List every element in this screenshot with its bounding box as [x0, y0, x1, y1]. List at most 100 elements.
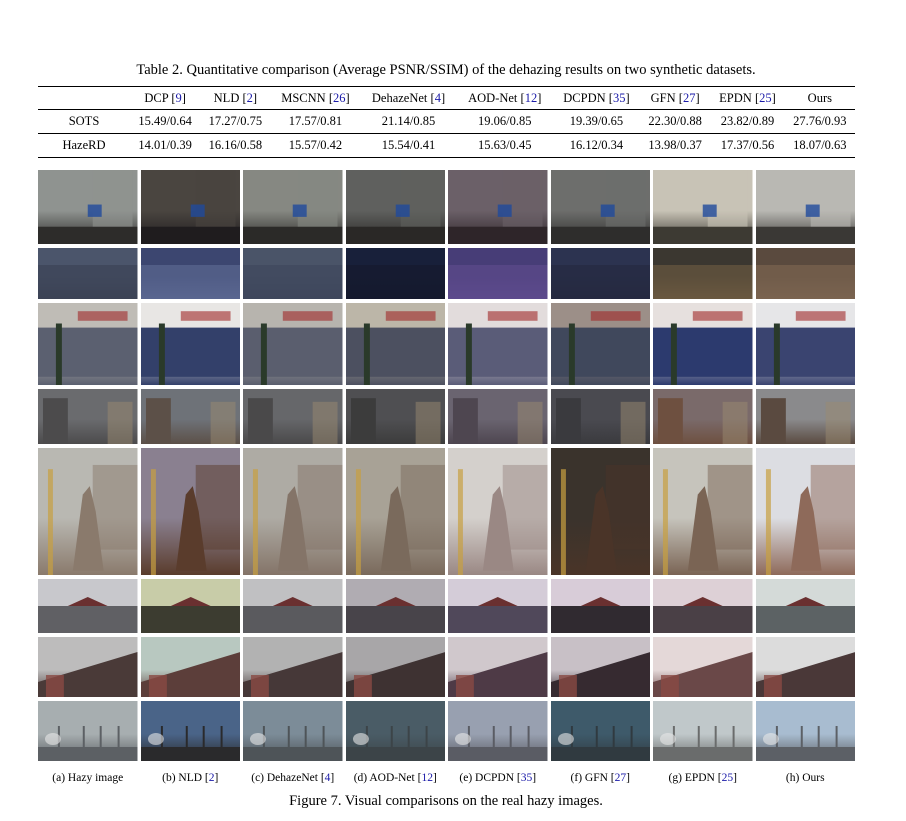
dehazed-image [345, 579, 445, 633]
dehazed-image [755, 248, 855, 299]
header-cell-mscnn: MSCNN [26] [270, 86, 361, 110]
dehazed-image [653, 303, 753, 385]
results-table: DCP [9] NLD [2] MSCNN [26] DehazeNet [4]… [38, 86, 855, 158]
metric-cell: 15.63/0.45 [456, 133, 553, 158]
dehazed-image [38, 448, 138, 575]
dehazed-image [653, 579, 753, 633]
subfigure-label: (g) EPDN [25] [668, 772, 737, 784]
image-row [38, 389, 855, 444]
metric-cell: 21.14/0.85 [381, 114, 436, 128]
image-row [38, 448, 855, 575]
citation-link[interactable]: 2 [209, 772, 215, 784]
table-row: HazeRD 14.01/0.39 16.16/0.58 15.57/0.42 … [38, 133, 855, 158]
dehazed-image [243, 579, 343, 633]
metric-cell: 15.57/0.42 [270, 133, 361, 158]
dehazed-image [140, 701, 240, 761]
citation-link[interactable]: 35 [521, 772, 533, 784]
dehazed-image [345, 637, 445, 697]
metric-cell-best: 27.76/0.93 [793, 114, 847, 128]
subfigure-label-text: (b) NLD [162, 772, 205, 784]
citation-link[interactable]: 9 [175, 91, 181, 105]
subfigure-label: (h) Ours [756, 772, 856, 784]
dataset-name: HazeRD [38, 133, 130, 158]
dehazed-image [243, 170, 343, 244]
dehazed-image [448, 448, 548, 575]
table-row: SOTS 15.49/0.64 17.27/0.75 17.57/0.81 21… [38, 110, 855, 134]
dehazed-image [345, 303, 445, 385]
image-row [38, 701, 855, 761]
subfigure-label-text: (h) Ours [785, 772, 825, 784]
dehazed-image [243, 389, 343, 444]
citation-link[interactable]: 4 [325, 772, 331, 784]
metric-cell: 23.82/0.89 [720, 114, 775, 128]
header-label: DCP [144, 90, 169, 105]
dehazed-image [243, 701, 343, 761]
dehazed-image [345, 448, 445, 575]
dehazed-image [755, 701, 855, 761]
dehazed-image [243, 248, 343, 299]
dehazed-image [550, 637, 650, 697]
dehazed-image [140, 170, 240, 244]
header-label: NLD [213, 90, 240, 105]
citation-link[interactable]: 25 [759, 91, 772, 105]
dehazed-image [140, 579, 240, 633]
header-cell-nld: NLD [2] [200, 86, 271, 110]
dehazed-image [448, 579, 548, 633]
citation-link[interactable]: 25 [722, 772, 734, 784]
header-cell-empty [38, 86, 130, 110]
citation-link[interactable]: 2 [247, 91, 253, 105]
dehazed-image [755, 448, 855, 575]
header-cell-dcpdn: DCPDN [35] [552, 86, 641, 110]
subfigure-labels: (a) Hazy image (b) NLD [2] (c) DehazeNet [… [38, 772, 855, 784]
subfigure-label: (d) AOD-Net [12] [353, 772, 437, 784]
dehazed-image [755, 389, 855, 444]
dehazed-image [140, 303, 240, 385]
citation-link[interactable]: 12 [421, 772, 433, 784]
header-label: DehazeNet [371, 90, 428, 105]
metric-cell: 14.01/0.39 [130, 133, 201, 158]
header-cell-gfn: GFN [27] [640, 86, 711, 110]
dehazed-image [448, 389, 548, 444]
citation-link[interactable]: 27 [683, 91, 696, 105]
image-row [38, 170, 855, 244]
subfigure-label-text: (d) AOD-Net [353, 772, 418, 784]
citation-link[interactable]: 12 [525, 91, 538, 105]
table-caption: Table 2. Quantitative comparison (Averag… [136, 62, 756, 78]
image-row [38, 248, 855, 299]
dehazed-image [550, 303, 650, 385]
dehazed-image [140, 637, 240, 697]
metric-cell-best: 18.07/0.63 [784, 133, 855, 158]
header-label: DCPDN [563, 90, 606, 105]
citation-link[interactable]: 27 [615, 772, 627, 784]
subfigure-label: (b) NLD [2] [162, 772, 219, 784]
dataset-name: SOTS [68, 114, 100, 128]
dehazed-image [755, 170, 855, 244]
dehazed-image [755, 637, 855, 697]
header-label: EPDN [719, 90, 752, 105]
header-cell-epdn: EPDN [25] [710, 86, 785, 110]
metric-cell: 19.06/0.85 [478, 114, 532, 128]
metric-cell: 17.27/0.75 [208, 114, 263, 128]
citation-link[interactable]: 4 [435, 91, 441, 105]
dehazed-image [243, 637, 343, 697]
subfigure-label: (a) Hazy image [38, 772, 138, 784]
dehazed-image [448, 248, 548, 299]
dehazed-image [653, 637, 753, 697]
metric-cell: 19.39/0.65 [569, 114, 624, 128]
metric-cell: 13.98/0.37 [640, 133, 711, 158]
image-row [38, 637, 855, 697]
image-row [38, 579, 855, 633]
subfigure-label: (c) DehazeNet [4] [251, 772, 335, 784]
citation-link[interactable]: 26 [333, 91, 346, 105]
dehazed-image [448, 303, 548, 385]
dehazed-image [653, 701, 753, 761]
dehazed-image [448, 170, 548, 244]
dehazed-image [38, 248, 138, 299]
dehazed-image [38, 389, 138, 444]
citation-link[interactable]: 35 [613, 91, 626, 105]
dehazed-image [550, 170, 650, 244]
dehazed-image [345, 170, 445, 244]
subfigure-label-text: (f) GFN [570, 772, 611, 784]
dehazed-image [38, 637, 138, 697]
header-label: Ours [807, 90, 832, 105]
